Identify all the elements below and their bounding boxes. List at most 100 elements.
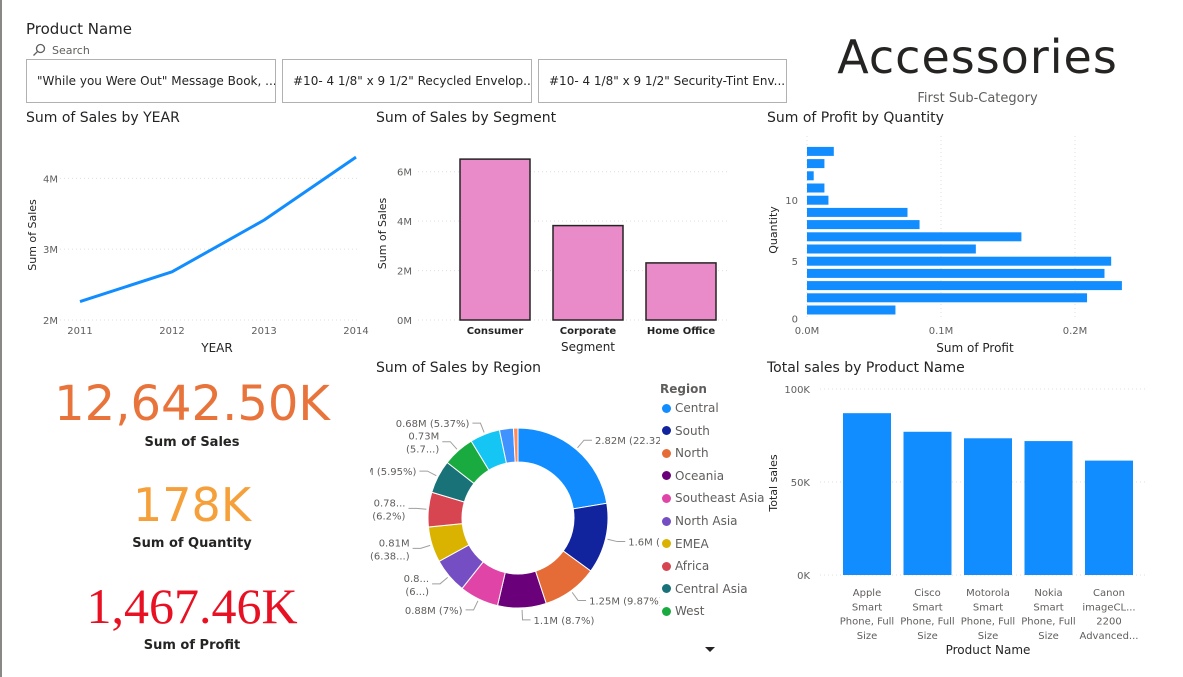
legend-item-central-asia[interactable]: Central Asia [662,582,748,596]
x-tick-label: 2013 [251,326,276,337]
bar-quantity-6 [807,244,976,254]
kpi-quantity-value: 178K [133,478,251,532]
y-tick-label: 0 [792,315,798,326]
data-label-leader [465,600,479,611]
y-tick-label: 4M [43,174,58,185]
slicer-search[interactable]: Search [32,43,90,57]
y-tick-label: 50K [791,478,811,489]
line-chart-sales-by-year[interactable]: 2M 3M 4M 2011 2012 2013 2014 YEAR Sum of Sales [20,135,370,360]
bar-product-3 [964,438,1012,575]
legend-marker [662,471,671,481]
page-title: Accessories [837,30,1118,84]
x-tick-label: Home Office [647,326,716,337]
x-tick-label: Apple [853,588,881,599]
legend-label: West [675,604,705,619]
kpi-quantity-label: Sum of Quantity [132,536,252,551]
bar-quantity-9 [807,207,908,217]
donut-slice-central [517,427,608,510]
chart-title-profit-by-quantity: Sum of Profit by Quantity [767,110,944,126]
x-tick-label: 2011 [67,326,92,337]
bar-quantity-10 [807,195,829,205]
bar-product-2 [903,431,952,575]
data-label: 0.75M (5.95%) [370,467,416,478]
legend-marker [662,584,671,594]
search-icon [33,43,46,56]
data-label-leader [442,441,458,450]
legend-label: North Asia [675,514,738,528]
y-axis-title: Quantity [767,206,780,254]
legend-item-central[interactable]: Central [662,401,719,415]
x-tick-label: Smart [852,602,882,613]
chart-title-sales-by-year: Sum of Sales by YEAR [26,110,180,126]
data-label-leader [472,422,485,433]
data-label: (6.2%) [372,511,405,522]
bar-product-1 [843,413,891,575]
legend-item-west[interactable]: West [662,604,705,618]
legend-item-north-asia[interactable]: North Asia [662,514,738,528]
data-label-leader [412,544,431,549]
slicer-chip-1[interactable]: "While you Were Out" Message Book, ... [26,59,276,103]
legend-item-north[interactable]: North [662,446,709,460]
legend-marker [662,493,671,503]
data-label: 0.68M (5.37%) [396,419,470,430]
legend-item-southeast-asia[interactable]: Southeast Asia [662,491,765,505]
bar-product-5 [1085,460,1133,575]
hbar-chart-profit-by-quantity[interactable]: 0.0M 0.1M 0.2M 0 5 10 Sum of Profit Quantity [760,130,1150,360]
bar-quantity-4 [807,268,1105,278]
data-label: (6...) [405,587,429,598]
y-tick-label: 10 [785,196,798,207]
legend-item-emea[interactable]: EMEA [662,537,709,551]
bar-quantity-3 [807,281,1122,291]
legend-item-africa[interactable]: Africa [662,559,709,573]
bar-quantity-13 [807,159,825,169]
x-axis-title: Product Name [946,643,1031,657]
data-label: 1.1M (8.7%) [534,616,595,627]
bar-quantity-11 [807,183,825,193]
legend-label: Oceania [675,468,725,483]
bar-quantity-7 [807,232,1022,242]
data-label: 0.81M [379,538,410,549]
data-label-leader [521,609,531,621]
bar-chart-sales-by-segment[interactable]: 0M 2M 4M 6M Consumer Corporate Home Office Segm… [370,135,740,360]
x-tick-label: 2012 [159,326,184,337]
legend-label: North [675,446,709,461]
data-label: 2.82M (22.32%) [595,436,660,447]
y-tick-label: 2M [43,316,58,327]
kpi-profit-value: 1,467.46K [86,578,298,634]
x-tick-label: 2014 [343,326,368,337]
legend-marker [662,426,671,436]
y-tick-label: 3M [43,245,58,256]
x-tick-label: Size [1038,631,1059,642]
x-tick-label: Motorola [966,588,1010,599]
data-label-leader [577,439,592,449]
x-tick-label: Phone, Full [1021,617,1075,628]
x-tick-label: Canon [1093,588,1125,599]
bar-home-office [645,262,717,321]
page-left-border [0,0,2,677]
y-axis-title: Sum of Sales [376,197,389,269]
x-tick-label: Phone, Full [900,617,954,628]
x-tick-label: 0.0M [795,326,820,337]
data-label-leader [419,470,437,477]
y-tick-label: 5 [792,257,798,268]
legend-item-south[interactable]: South [662,424,710,438]
bar-quantity-1 [807,305,896,315]
x-tick-label: Consumer [467,326,524,337]
x-axis-title: YEAR [200,341,232,355]
x-tick-label: Phone, Full [840,617,894,628]
chevron-down-icon[interactable] [704,646,716,654]
slicer-title: Product Name [26,20,132,38]
x-tick-label: 2200 [1096,617,1121,628]
bar-consumer [459,158,531,321]
bar-chart-sales-by-product[interactable]: 0K 50K 100K Apple Smart Phone, Full Size Cisco S… [760,378,1160,663]
donut-chart-sales-by-region[interactable]: 2.82M (22.32%) 1.6M (12.6...) 1.25M (9.87%… [370,385,660,640]
bar-quantity-8 [807,220,920,230]
x-tick-label: imageCL... [1082,602,1135,613]
slicer-chip-3[interactable]: #10- 4 1/8" x 9 1/2" Security-Tint Env..… [538,59,787,103]
x-tick-label: Size [917,631,938,642]
legend-label: EMEA [675,536,709,551]
legend-item-oceania[interactable]: Oceania [662,469,724,483]
x-tick-label: Corporate [560,326,617,337]
slicer-chip-2[interactable]: #10- 4 1/8" x 9 1/2" Recycled Envelop... [282,59,532,103]
x-axis-title: Sum of Profit [936,341,1014,355]
